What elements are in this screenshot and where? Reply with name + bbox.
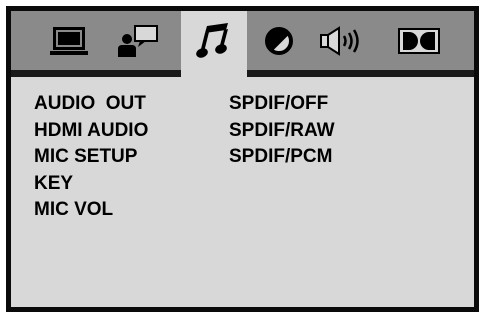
option-spdif-pcm[interactable]: SPDIF/PCM [229, 144, 335, 171]
dolby-icon [398, 27, 440, 54]
tab-video[interactable] [257, 11, 301, 70]
tab-personal[interactable] [108, 11, 168, 70]
setting-mic-setup[interactable]: MIC SETUP [34, 144, 148, 171]
setting-list: AUDIO OUT HDMI AUDIO MIC SETUP KEY MIC V… [34, 91, 148, 224]
tab-audio[interactable] [181, 11, 247, 70]
tab-bar [11, 11, 474, 70]
user-chat-icon [116, 24, 160, 58]
tab-general[interactable] [45, 11, 95, 70]
osd-setup-window: AUDIO OUT HDMI AUDIO MIC SETUP KEY MIC V… [6, 6, 479, 312]
audio-setup-panel: AUDIO OUT HDMI AUDIO MIC SETUP KEY MIC V… [11, 77, 474, 307]
setting-mic-vol[interactable]: MIC VOL [34, 197, 148, 224]
tab-speaker[interactable] [315, 11, 369, 70]
no-entry-circle-icon [264, 26, 294, 56]
setting-audio-out[interactable]: AUDIO OUT [34, 91, 148, 118]
option-list: SPDIF/OFF SPDIF/RAW SPDIF/PCM [229, 91, 335, 171]
option-spdif-off[interactable]: SPDIF/OFF [229, 91, 335, 118]
speaker-icon [319, 25, 365, 56]
option-spdif-raw[interactable]: SPDIF/RAW [229, 118, 335, 145]
music-note-icon [196, 22, 232, 60]
setting-key[interactable]: KEY [34, 171, 148, 198]
tab-dolby[interactable] [393, 11, 445, 70]
monitor-icon [50, 26, 90, 56]
tab-divider [11, 70, 474, 77]
setting-hdmi-audio[interactable]: HDMI AUDIO [34, 118, 148, 145]
